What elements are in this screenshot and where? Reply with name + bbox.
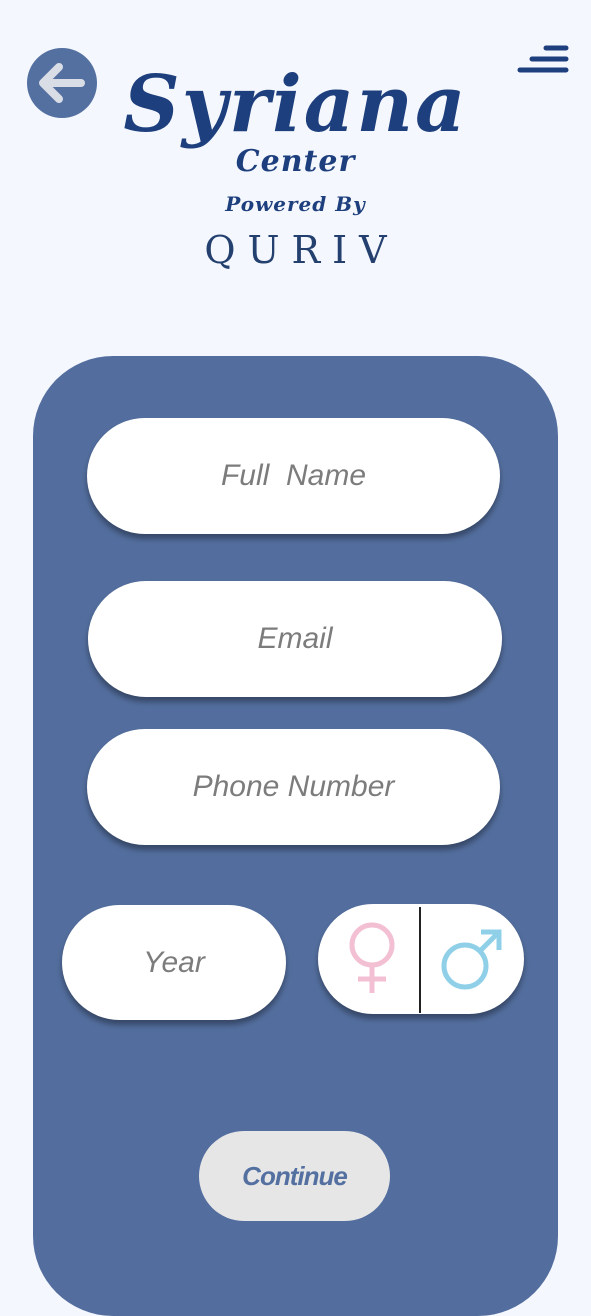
phone-field[interactable] — [87, 729, 500, 845]
year-field[interactable] — [62, 905, 286, 1020]
year-input[interactable] — [62, 944, 286, 981]
email-field[interactable] — [88, 581, 502, 697]
male-option[interactable] — [422, 904, 522, 1014]
full-name-input[interactable] — [87, 458, 500, 494]
brand-subtitle: Center — [235, 144, 356, 179]
full-name-field[interactable] — [87, 418, 500, 534]
brand-title: Syriana — [123, 59, 468, 150]
gender-selector — [318, 904, 524, 1014]
female-option[interactable] — [322, 904, 422, 1014]
continue-button[interactable]: Continue — [199, 1131, 390, 1221]
brand-logo: Syriana Center Powered By QURIV — [0, 59, 591, 273]
gender-divider — [419, 907, 421, 1013]
phone-input[interactable] — [87, 769, 500, 805]
partner-logo-text: QURIV — [204, 228, 399, 272]
male-symbol-icon — [441, 929, 502, 990]
email-input[interactable] — [88, 621, 502, 657]
powered-by-label: Powered By — [225, 192, 366, 216]
female-symbol-icon — [349, 922, 395, 993]
